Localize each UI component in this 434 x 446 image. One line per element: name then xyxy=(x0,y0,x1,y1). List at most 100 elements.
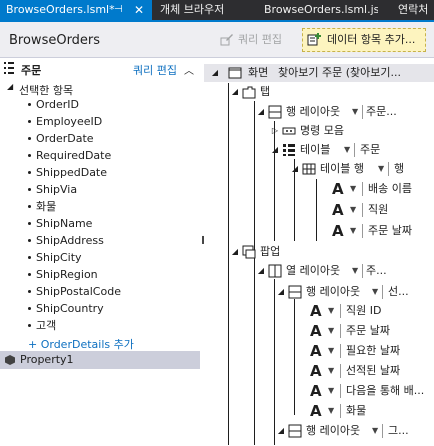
ship-via-label: 다음을 통해 배... xyxy=(346,384,425,397)
close-icon[interactable]: ✕ xyxy=(134,0,144,20)
tab-object-browser[interactable]: 개체 브라우저 xyxy=(154,0,250,20)
field-label: 고객 xyxy=(36,319,57,332)
collapse-arrow-icon[interactable]: ◢ xyxy=(210,64,220,82)
field-label: ShipVia xyxy=(36,183,78,196)
tree-node-order-date-2[interactable]: A ▼ 주문 날짜 xyxy=(294,322,434,340)
tab-browseorders-lsml[interactable]: BrowseOrders.lsml* ⊣ ✕ xyxy=(0,0,152,20)
bullet-icon xyxy=(28,102,31,106)
edit-query-button[interactable]: 쿼리 편집 xyxy=(218,31,282,49)
chevron-down-icon[interactable]: ▼ xyxy=(350,201,356,219)
separator xyxy=(362,224,363,238)
chevron-down-icon[interactable]: ▼ xyxy=(328,382,334,400)
field-item[interactable]: ShipPostalCode xyxy=(28,283,121,300)
tree-node-required-date[interactable]: A ▼ 필요한 날짜 xyxy=(294,342,434,360)
label-control-icon: A xyxy=(310,322,322,340)
chevron-down-icon[interactable]: ▼ xyxy=(352,103,358,121)
field-label: EmployeeID xyxy=(36,115,103,128)
columns-layout-label: 열 레이아웃 xyxy=(286,264,341,277)
chevron-down-icon[interactable]: ▼ xyxy=(372,422,378,440)
field-item[interactable]: ShipCountry xyxy=(28,300,104,317)
tree-node-rows-layout[interactable]: ◢ 행 레이아웃 ▼ 주문... xyxy=(256,103,434,121)
field-item[interactable]: 화물 xyxy=(28,198,56,215)
field-item[interactable]: ShipAddress xyxy=(28,232,104,249)
expand-arrow-icon[interactable]: ◢ xyxy=(7,82,13,91)
chevron-up-icon[interactable]: ︿ xyxy=(184,62,194,77)
tab-contacts[interactable]: 연락처 xyxy=(392,0,434,20)
field-label: ShipName xyxy=(36,217,93,230)
chevron-down-icon[interactable]: ▼ xyxy=(328,322,334,340)
property-item[interactable]: Property1 xyxy=(0,351,200,369)
chevron-down-icon[interactable]: ▼ xyxy=(328,402,334,420)
tab-browseorders-js[interactable]: BrowseOrders.lsml.js xyxy=(258,0,378,20)
separator xyxy=(340,364,341,378)
field-item[interactable]: 고객 xyxy=(28,317,56,334)
tree-node-shipped-date[interactable]: A ▼ 선적된 날짜 xyxy=(294,362,434,380)
chevron-down-icon[interactable]: ▼ xyxy=(344,141,350,159)
label-control-icon: A xyxy=(332,180,344,198)
chevron-down-icon[interactable]: ▼ xyxy=(352,262,358,280)
tree-node-employee-id[interactable]: A ▼ 직원 ID xyxy=(294,302,434,320)
chevron-down-icon[interactable]: ▼ xyxy=(378,160,384,178)
command-bar-icon xyxy=(282,127,296,135)
edit-query-link[interactable]: 쿼리 편집 xyxy=(133,62,177,78)
field-label: ShipPostalCode xyxy=(36,285,121,298)
tree-node-freight[interactable]: A ▼ 화물 xyxy=(294,402,434,420)
field-item[interactable]: OrderID xyxy=(28,96,79,113)
chevron-down-icon[interactable]: ▼ xyxy=(328,362,334,380)
tree-node-rows-layout-2[interactable]: ◢ 행 레이아웃 ▼ 선... xyxy=(276,283,434,301)
tree-node-screen[interactable]: ◢ 화면 찾아보기 주문 (찾아보기... xyxy=(210,64,434,82)
grip-icon[interactable] xyxy=(4,62,14,74)
collapse-arrow-icon[interactable]: ◢ xyxy=(290,160,300,178)
field-label: ShipAddress xyxy=(36,234,104,247)
popup-icon xyxy=(242,245,256,259)
tree-node-popups[interactable]: ◢ 팝업 xyxy=(230,243,434,261)
field-item[interactable]: EmployeeID xyxy=(28,113,102,130)
tree-node-order-date[interactable]: A ▼ 주문 날짜 xyxy=(316,222,434,240)
add-orderdetails-link[interactable]: + OrderDetails 추가 xyxy=(28,336,134,352)
pin-icon[interactable]: ⊣ xyxy=(114,0,123,20)
collapse-arrow-icon[interactable]: ◢ xyxy=(276,283,286,301)
chevron-down-icon[interactable]: ▼ xyxy=(350,222,356,240)
collapse-arrow-icon[interactable]: ◢ xyxy=(256,103,266,121)
chevron-down-icon[interactable]: ▼ xyxy=(350,180,356,198)
chevron-down-icon[interactable]: ▼ xyxy=(328,342,334,360)
expand-arrow-icon[interactable]: ▷ xyxy=(270,122,280,140)
add-data-item-button[interactable]: 데이터 항목 추가... xyxy=(302,28,426,52)
rows-layout-label: 행 레이아웃 xyxy=(306,285,361,298)
field-item[interactable]: ShipRegion xyxy=(28,266,98,283)
field-item[interactable]: ShipVia xyxy=(28,181,77,198)
rows-layout-caption: 그... xyxy=(388,424,409,437)
collapse-arrow-icon[interactable]: ◢ xyxy=(270,141,280,159)
field-item[interactable]: ShipCity xyxy=(28,249,82,266)
separator xyxy=(362,203,363,217)
separator xyxy=(354,143,355,157)
tree-node-ship-via[interactable]: A ▼ 다음을 통해 배... xyxy=(294,382,434,400)
tabs-label: 탭 xyxy=(260,85,271,98)
tree-node-command-bar[interactable]: ▷ 명령 모음 xyxy=(270,122,434,140)
tree-node-rows-layout-3[interactable]: ◢ 행 레이아웃 ▼ 그... xyxy=(276,422,434,440)
field-item[interactable]: ShipName xyxy=(28,215,92,232)
document-tab-strip: BrowseOrders.lsml* ⊣ ✕ 개체 브라우저 BrowseOrd… xyxy=(0,0,434,22)
bullet-icon xyxy=(28,289,31,293)
tree-node-table-row[interactable]: ◢ 테이블 행 ▼ 행 xyxy=(290,160,434,178)
field-item[interactable]: RequiredDate xyxy=(28,147,111,164)
chevron-down-icon[interactable]: ▼ xyxy=(328,302,334,320)
tree-node-columns-layout[interactable]: ◢ 열 레이아웃 ▼ 주... xyxy=(256,262,434,280)
collapse-arrow-icon[interactable]: ◢ xyxy=(230,243,240,261)
collapse-arrow-icon[interactable]: ◢ xyxy=(276,422,286,440)
rows-layout-caption: 주문... xyxy=(366,105,397,118)
chevron-down-icon[interactable]: ▼ xyxy=(372,283,378,301)
tree-node-tabs[interactable]: ◢ 탭 xyxy=(230,83,434,101)
tab-label: 개체 브라우저 xyxy=(160,3,225,16)
bullet-icon xyxy=(28,272,31,276)
collapse-arrow-icon[interactable]: ◢ xyxy=(256,262,266,280)
field-item[interactable]: OrderDate xyxy=(28,130,94,147)
screen-icon xyxy=(228,67,242,79)
required-date-label: 필요한 날짜 xyxy=(346,344,401,357)
field-item[interactable]: ShippedDate xyxy=(28,164,107,181)
collapse-arrow-icon[interactable]: ◢ xyxy=(230,83,240,101)
tabs-icon xyxy=(242,86,256,99)
tree-node-employee[interactable]: A ▼ 직원 xyxy=(316,201,434,219)
tree-node-table[interactable]: ◢ 테이블 ▼ 주문 xyxy=(270,141,434,159)
tree-node-ship-name[interactable]: A ▼ 배송 이름 xyxy=(316,180,434,198)
